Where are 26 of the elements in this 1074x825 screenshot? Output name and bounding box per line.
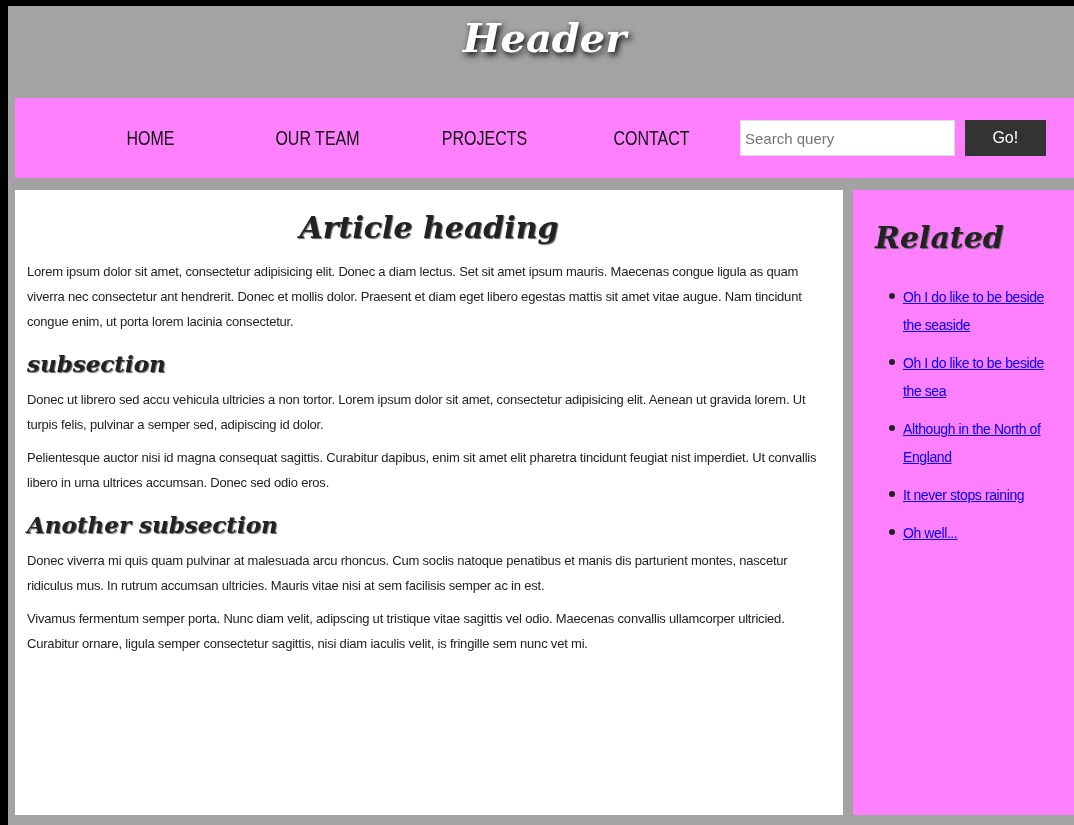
related-link[interactable]: Oh well... [903,519,958,547]
nav-link[interactable]: CONTACT [584,126,719,150]
paragraph: Lorem ipsum dolor sit amet, consectetur adipisicing elit. Donec a diam lectus. Set sit amet ipsum mauris. Maecenas congue ligula as quam viverra nec consectetur ant hendrerit. Donec et mollis dolor. Praesent et diam eget libero egestas mattis sit amet vitae augue. Nam tincidunt congue enim, ut porta lorem lacinia consectetur. [27,263,803,331]
search-field[interactable]: Search query [740,120,955,156]
related-link[interactable]: It never stops raining [903,481,1025,509]
paragraph: Pelientesque auctor nisi id magna consequat sagittis. Curabitur dapibus, enim sit amet elit pharetra tincidunt feugiat nist imperdiet. Ut convallis libero in urna ultrices accumsan. Donec sed odio eros. [27,449,818,492]
nav-link[interactable]: PROJECTS [417,126,552,150]
subsection-heading: subsection [27,350,167,377]
subsection-heading: Another subsection [27,511,279,538]
sidebar-heading: Related [875,220,1005,255]
related-link[interactable]: Oh I do like to be beside the sea [903,349,1064,405]
bullet-icon [889,529,895,535]
bullet-icon [889,425,895,431]
go-button[interactable]: Go! [964,120,1046,156]
paragraph: Donec viverra mi quis quam pulvinar at malesuada arcu rhoncus. Cum soclis natoque penatibus et manis dis parturient montes, nascetur ridiculus mus. In rutrum accumsan ultricies. Mauris vitae nisi at sem facilisis semper ac in est. [27,552,789,595]
related-link[interactable]: Although in the North of England [903,415,1064,471]
paragraph: Donec ut librero sed accu vehicula ultricies a non tortor. Lorem ipsum dolor sit amet, consectetur adipisicing elit. Aenean ut gravida lorem. Ut turpis felis, pulvinar a semper sed, adipiscing id dolor. [27,391,807,434]
bullet-icon [889,359,895,365]
nav-link[interactable]: HOME [83,126,218,150]
bullet-icon [889,491,895,497]
bullet-icon [889,293,895,299]
related-link[interactable]: Oh I do like to be beside the seaside [903,283,1064,339]
paragraph: Vivamus fermentum semper porta. Nunc diam velit, adipscing ut tristique vitae sagittis vel odio. Maecenas convallis ullamcorper ultricied. Curabitur ornare, ligula semper consectetur sagittis, nisi diam iaculis velit, is fringille sem nunc vet mi. [27,610,786,653]
nav-link[interactable]: OUR TEAM [250,126,385,150]
article-heading: Article heading [296,210,560,245]
site-title: Header [462,14,627,62]
